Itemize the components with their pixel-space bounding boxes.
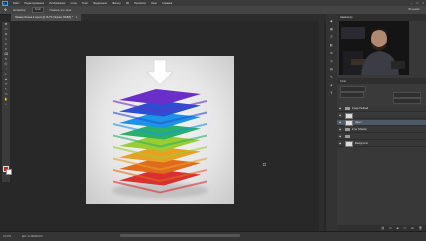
panel-toggle-icon[interactable]: ☰	[328, 34, 335, 40]
tools-panel: ✥ ▭ ʘ ⌖ ✂ ✒ ⌫ ✎ ⎘ ◔ ◐ ▲ T ↖ ▭ ✋ ⌕	[2, 22, 10, 182]
visibility-eye-icon[interactable]: ◉	[339, 121, 343, 124]
panel-toggle-icon[interactable]: ▦	[328, 26, 335, 32]
add-style-icon[interactable]: fx	[390, 226, 392, 230]
move-tool-icon[interactable]: ✥	[4, 8, 7, 12]
navigator-panel-title: Навигатор	[340, 16, 353, 19]
minimize-icon[interactable]: –	[411, 1, 413, 5]
layer-stack-illustration	[112, 89, 208, 199]
link-layers-icon[interactable]: ⛓	[381, 226, 385, 230]
menu-item[interactable]: Просмотр	[134, 2, 146, 5]
zoom-level[interactable]: 16,67%	[3, 235, 11, 238]
layer-name: Background	[355, 142, 368, 145]
panel-toggle-icon[interactable]: ◈	[328, 82, 335, 88]
blend-mode-dropdown[interactable]	[340, 92, 364, 98]
menu-item[interactable]: Изображение	[49, 2, 65, 5]
layer-row[interactable]: ◉ Background	[337, 140, 426, 147]
panel-toggle-icon[interactable]: ▤	[328, 66, 335, 72]
close-tab-icon[interactable]: ×	[76, 16, 77, 19]
menu-item[interactable]: 3D	[126, 2, 129, 5]
vertical-scrollbar[interactable]	[319, 21, 324, 231]
navigator-panel-header[interactable]: Навигатор	[337, 14, 426, 21]
folder-icon	[345, 106, 350, 111]
visibility-eye-icon[interactable]: ◉	[339, 114, 343, 117]
menu-item[interactable]: Редактирование	[24, 2, 44, 5]
add-mask-icon[interactable]: ◙	[397, 226, 399, 230]
layers-icon-artwork	[112, 59, 208, 199]
layers-panel-footer: ⛓ fx ◙ ▭ ⊞ 🗑	[337, 225, 426, 231]
menu-item[interactable]: Выделение	[93, 2, 107, 5]
layers-panel-title: Слои	[340, 79, 346, 83]
layer-row[interactable]: ◉ Inner Shadow	[337, 127, 426, 133]
layers-controls	[337, 84, 426, 106]
panel-toggle-icon[interactable]: ⚙	[328, 50, 335, 56]
menu-item[interactable]: Окно	[151, 2, 157, 5]
folder-icon	[345, 127, 350, 132]
3d-mode-label: 3D-режим:	[408, 8, 420, 11]
layer-row[interactable]: ◉ Image Pediwell	[337, 106, 426, 112]
panel-toggle-icon[interactable]: ◆	[328, 18, 335, 24]
close-icon[interactable]: ×	[422, 1, 424, 5]
new-layer-icon[interactable]: ⊞	[411, 226, 413, 230]
panel-toggle-icon[interactable]: ¶	[328, 90, 335, 96]
menu-item[interactable]: Файл	[13, 2, 19, 5]
panel-icon-strip: ◆ ▦ ☰ ◧ ⚙ ◎ ▤ ✎ ◈ ¶	[326, 14, 337, 231]
folder-icon	[345, 134, 350, 139]
menu-item[interactable]: Справка	[162, 2, 172, 5]
layer-name: Image Pediwell	[352, 107, 369, 110]
layer-row[interactable]: ◉	[337, 112, 426, 119]
color-swatches[interactable]	[3, 166, 12, 175]
menu-item[interactable]: Текст	[82, 2, 89, 5]
visibility-eye-icon[interactable]: ◉	[339, 135, 343, 138]
document-info: Док: 11,3M/248,1M	[22, 234, 43, 238]
document-canvas[interactable]	[86, 56, 234, 204]
layer-name: object	[355, 121, 362, 124]
visibility-eye-icon[interactable]: ◉	[339, 142, 343, 145]
background-color-swatch[interactable]	[5, 168, 12, 175]
horizontal-scrollbar-thumb[interactable]	[120, 234, 240, 237]
layer-thumbnail	[345, 119, 353, 126]
document-title: Пример Иконки в Layers @ 16,7% (Черпак, …	[15, 16, 73, 19]
layer-thumbnail	[345, 140, 353, 147]
auto-select-checkbox-label[interactable]: Автовыбор:	[13, 9, 26, 12]
menu-items: Файл Редактирование Изображение Слои Текст Вы…	[13, 2, 172, 5]
layer-row[interactable]: ◉ object	[337, 119, 426, 126]
layer-thumbnail	[345, 112, 353, 119]
auto-select-dropdown[interactable]: Слой	[31, 7, 44, 13]
fill-field[interactable]	[393, 98, 421, 104]
menu-item[interactable]: Фильтр	[112, 2, 121, 5]
delete-layer-icon[interactable]: 🗑	[418, 226, 422, 230]
maximize-icon[interactable]: □	[416, 1, 418, 5]
panel-toggle-icon[interactable]: ✎	[328, 74, 335, 80]
layer-name: Inner Shadow	[352, 128, 367, 131]
webcam-video-overlay	[339, 21, 409, 75]
down-arrow-icon	[146, 59, 174, 86]
layer-row[interactable]: ◉	[337, 134, 426, 140]
panel-toggle-icon[interactable]: ◎	[328, 58, 335, 64]
tool-icon[interactable]: ⌕	[3, 102, 9, 107]
menu-item[interactable]: Слои	[71, 2, 77, 5]
show-transform-controls[interactable]: Показать упр. элем.	[50, 9, 72, 12]
photoshop-logo: Ps	[2, 0, 8, 6]
layers-list: ◉ Image Pediwell ◉ ◉ object ◉ Inner Shadow ◉ ◉ Ba…	[337, 106, 426, 156]
webcam-image	[339, 21, 409, 75]
cursor-icon	[263, 163, 266, 166]
visibility-eye-icon[interactable]: ◉	[339, 107, 343, 110]
document-tab[interactable]: Пример Иконки в Layers @ 16,7% (Черпак, …	[11, 14, 82, 21]
panel-toggle-icon[interactable]: ◧	[328, 42, 335, 48]
visibility-eye-icon[interactable]: ◉	[339, 128, 343, 131]
new-group-icon[interactable]: ▭	[403, 226, 406, 230]
